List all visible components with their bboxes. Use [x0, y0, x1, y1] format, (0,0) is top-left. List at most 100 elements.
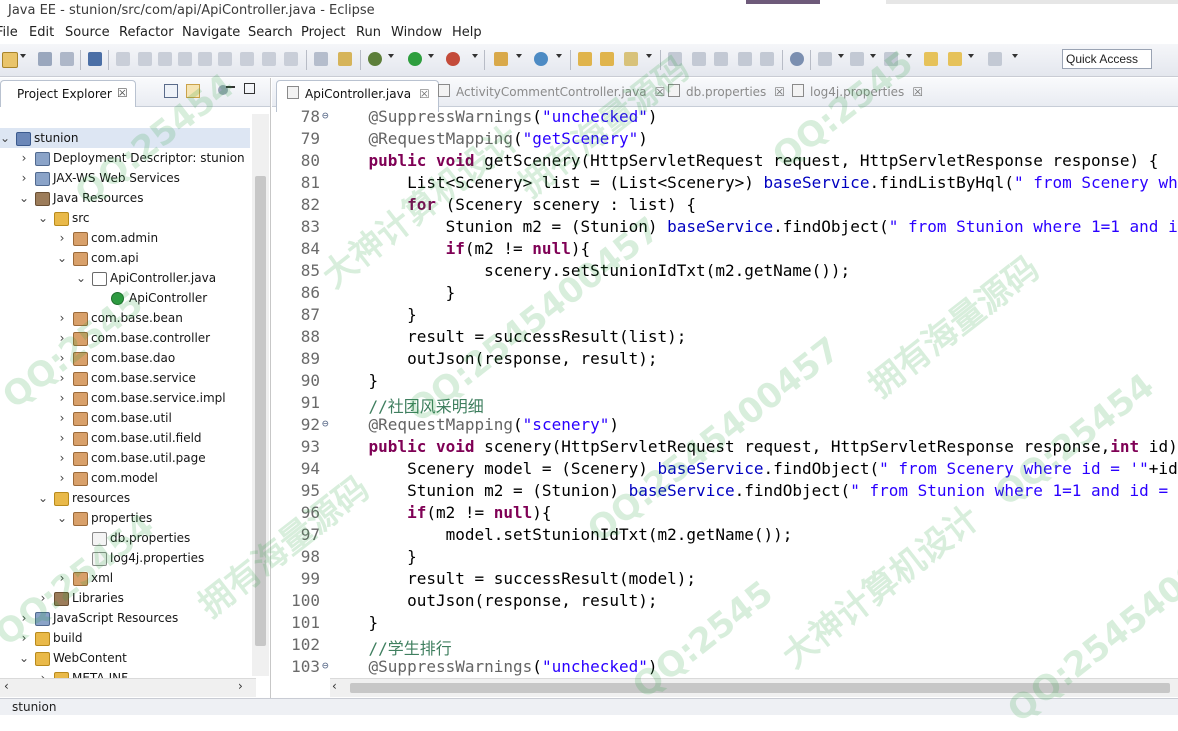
code-line[interactable]: for (Scenery scenery : list) { — [330, 195, 696, 214]
code-line[interactable]: Stunion m2 = (Stunion) baseService.findO… — [330, 217, 1178, 236]
forward-icon[interactable] — [988, 52, 1002, 66]
menu-window[interactable]: Window — [391, 25, 442, 40]
chevron-right-icon[interactable]: › — [19, 168, 29, 188]
chevron-down-icon[interactable]: ⌄ — [19, 188, 29, 208]
external-tools-icon[interactable] — [446, 52, 460, 66]
close-icon[interactable]: ☒ — [655, 85, 666, 99]
tree-item[interactable]: ⌄ stunion — [0, 128, 250, 148]
run-dropdown-icon[interactable] — [428, 54, 434, 58]
scroll-right-icon[interactable]: › — [238, 679, 243, 693]
next-annotation-dropdown-icon[interactable] — [838, 54, 844, 58]
tree-item[interactable]: ⌄ resources — [0, 488, 250, 508]
tree-item[interactable]: › Libraries — [0, 588, 250, 608]
code-line[interactable]: Scenery model = (Scenery) baseService.fi… — [330, 459, 1178, 478]
code-line[interactable]: if(m2 != null){ — [330, 239, 591, 258]
fold-toggle-icon[interactable]: ⊖ — [322, 659, 329, 672]
menu-file[interactable]: File — [0, 25, 18, 40]
chevron-right-icon[interactable]: › — [57, 448, 67, 468]
tree-item[interactable]: log4j.properties — [0, 548, 250, 568]
chevron-down-icon[interactable]: ⌄ — [38, 208, 48, 228]
tree-item[interactable]: › com.admin — [0, 228, 250, 248]
tree-item[interactable]: ⌄ ApiController.java — [0, 268, 250, 288]
menu-refactor[interactable]: Refactor — [119, 25, 174, 40]
tree-item[interactable]: › com.base.dao — [0, 348, 250, 368]
menu-run[interactable]: Run — [356, 25, 381, 40]
tree-item[interactable]: › com.base.controller — [0, 328, 250, 348]
save-all-icon[interactable] — [60, 52, 74, 66]
chevron-down-icon[interactable]: ⌄ — [19, 648, 29, 668]
link-with-editor-icon[interactable] — [186, 84, 200, 98]
open-type-icon[interactable] — [578, 52, 592, 66]
chevron-right-icon[interactable]: › — [57, 568, 67, 588]
code-line[interactable]: @SuppressWarnings("unchecked") — [330, 107, 658, 126]
code-line[interactable]: @RequestMapping("scenery") — [330, 415, 619, 434]
editor-tab[interactable]: log4j.properties ☒ — [792, 84, 923, 99]
tree-item[interactable]: ⌄ com.api — [0, 248, 250, 268]
previous-annotation-icon[interactable] — [850, 52, 864, 66]
run-icon[interactable] — [408, 52, 422, 66]
chevron-right-icon[interactable]: › — [57, 308, 67, 328]
chevron-right-icon[interactable]: › — [57, 408, 67, 428]
code-line[interactable]: if(m2 != null){ — [330, 503, 552, 522]
code-line[interactable]: model.setStunionIdTxt(m2.getName()); — [330, 525, 793, 544]
tree-item[interactable]: › com.base.util.page — [0, 448, 250, 468]
close-icon[interactable]: ☒ — [912, 85, 923, 99]
new-java-project-dropdown-icon[interactable] — [516, 54, 522, 58]
code-line[interactable]: result = successResult(model); — [330, 569, 696, 588]
code-line[interactable]: } — [330, 547, 417, 566]
terminal-icon[interactable] — [88, 52, 102, 66]
disconnect-icon[interactable] — [198, 52, 212, 66]
tree-item[interactable]: ApiController — [0, 288, 250, 308]
horizontal-scrollbar[interactable]: ‹ › — [0, 678, 256, 697]
next-annotation-icon[interactable] — [818, 52, 832, 66]
pin-editor-dropdown-icon[interactable] — [906, 54, 912, 58]
tree-item[interactable]: › com.base.service — [0, 368, 250, 388]
previous-annotation-dropdown-icon[interactable] — [870, 54, 876, 58]
chevron-down-icon[interactable]: ⌄ — [57, 508, 67, 528]
code-line[interactable]: @RequestMapping("getScenery") — [330, 129, 648, 148]
code-line[interactable]: result = successResult(list); — [330, 327, 686, 346]
scrollbar-thumb[interactable] — [350, 683, 1170, 693]
scroll-left-icon[interactable]: ‹ — [4, 679, 9, 693]
tree-item[interactable]: › com.base.service.impl — [0, 388, 250, 408]
tree-item[interactable]: › com.model — [0, 468, 250, 488]
quick-access-input[interactable] — [1062, 49, 1152, 69]
show-whitespace-icon[interactable] — [714, 52, 728, 66]
chevron-down-icon[interactable]: ⌄ — [0, 128, 10, 148]
chevron-right-icon[interactable]: › — [57, 428, 67, 448]
chevron-right-icon[interactable]: › — [57, 388, 67, 408]
new-dropdown-icon[interactable] — [20, 54, 26, 58]
globe-icon[interactable] — [790, 52, 804, 66]
code-line[interactable]: } — [330, 283, 456, 302]
code-line[interactable]: } — [330, 305, 417, 324]
code-line[interactable]: scenery.setStunionIdTxt(m2.getName()); — [330, 261, 850, 280]
fold-toggle-icon[interactable]: ⊖ — [322, 109, 329, 122]
chevron-right-icon[interactable]: › — [38, 588, 48, 608]
tree-item[interactable]: › Deployment Descriptor: stunion — [0, 148, 250, 168]
editor-horizontal-scrollbar[interactable]: ‹ — [330, 678, 1178, 697]
chevron-right-icon[interactable]: › — [19, 148, 29, 168]
tree-item[interactable]: › com.base.util — [0, 408, 250, 428]
menu-navigate[interactable]: Navigate — [182, 25, 240, 40]
debug-dropdown-icon[interactable] — [388, 54, 394, 58]
chevron-down-icon[interactable]: ⌄ — [38, 488, 48, 508]
back-icon[interactable] — [948, 52, 962, 66]
fold-toggle-icon[interactable]: ⊖ — [322, 417, 329, 430]
drop-to-frame-icon[interactable] — [284, 52, 298, 66]
toggle-breadcrumb-icon[interactable] — [760, 52, 774, 66]
step-over-icon[interactable] — [240, 52, 254, 66]
menu-source[interactable]: Source — [65, 25, 110, 40]
tree-item[interactable]: ⌄ Java Resources — [0, 188, 250, 208]
toggle-block-selection-icon[interactable] — [692, 52, 706, 66]
search-dropdown-icon[interactable] — [646, 54, 652, 58]
menu-edit[interactable]: Edit — [29, 25, 54, 40]
maximize-icon[interactable] — [244, 83, 255, 94]
code-area[interactable]: 78 ⊖ @SuppressWarnings("unchecked") 79 @Re… — [272, 106, 1178, 680]
close-icon[interactable]: ☒ — [774, 85, 785, 99]
new-class-dropdown-icon[interactable] — [556, 54, 562, 58]
tree-item[interactable]: › xml — [0, 568, 250, 588]
tree-item[interactable]: › JavaScript Resources — [0, 608, 250, 628]
pin-editor-icon[interactable] — [884, 52, 898, 66]
step-into-icon[interactable] — [218, 52, 232, 66]
chevron-right-icon[interactable]: › — [57, 368, 67, 388]
